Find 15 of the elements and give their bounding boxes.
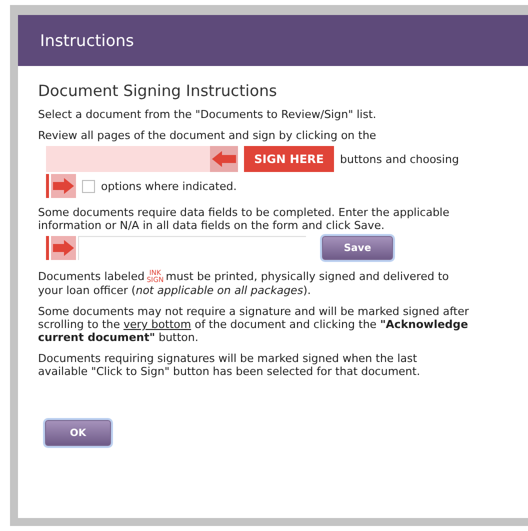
instruction-text: buttons and choosing bbox=[340, 152, 459, 166]
instruction-text: Documents requiring signatures will be marked signed when the last available "Click to Sign" button has been selected for that document. bbox=[38, 352, 422, 378]
instruction-text: options where indicated. bbox=[101, 180, 237, 192]
instruction-text: Some documents may not require a signature and will be marked signed after scrolling to the very bottom of the document and clicking the "Acknowledge current document" button. bbox=[38, 305, 470, 344]
sign-here-button[interactable]: SIGN HERE bbox=[244, 146, 334, 172]
save-button[interactable]: Save bbox=[322, 236, 393, 260]
window-title: Instructions bbox=[40, 31, 134, 50]
instruction-text: Select a document from the "Documents to Review/Sign" list. bbox=[38, 108, 378, 121]
ok-button[interactable]: OK bbox=[45, 420, 111, 446]
heading: Document Signing Instructions bbox=[38, 82, 278, 100]
arrow-icon bbox=[46, 236, 76, 260]
checkbox[interactable] bbox=[82, 180, 95, 192]
instruction-text: Some documents require data fields to be completed. Enter the applicable information or N/A in all data fields on the form and click Save. bbox=[38, 206, 450, 232]
instruction-text: Review all pages of the document and sign by clicking on the bbox=[38, 129, 378, 142]
arrow-icon bbox=[46, 174, 76, 198]
